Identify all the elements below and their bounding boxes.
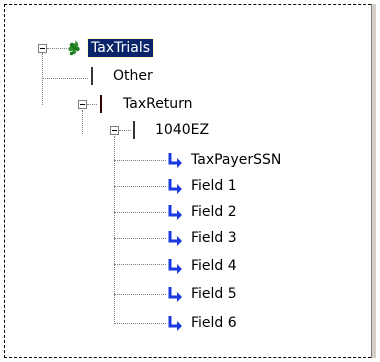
document-icon bbox=[88, 67, 106, 85]
tree-line bbox=[114, 186, 166, 188]
collapse-toggle-taxtrials[interactable] bbox=[38, 44, 47, 53]
tree-node-label[interactable]: Field 1 bbox=[188, 177, 240, 195]
tree-view[interactable]: TaxTrials Other TaxReturn 1040EZ TaxPaye… bbox=[0, 0, 380, 362]
tree-node-label[interactable]: Field 4 bbox=[188, 257, 240, 275]
tree-node-field[interactable]: TaxPayerSSN bbox=[166, 150, 284, 170]
tree-line bbox=[42, 78, 88, 80]
grapes-icon bbox=[66, 39, 84, 57]
document-icon bbox=[130, 121, 148, 139]
tree-node-field[interactable]: Field 3 bbox=[166, 228, 240, 248]
tree-node-taxtrials[interactable]: TaxTrials bbox=[66, 38, 155, 58]
arrow-icon bbox=[166, 285, 184, 303]
tree-node-label[interactable]: TaxPayerSSN bbox=[188, 151, 284, 169]
tree-node-field[interactable]: Field 6 bbox=[166, 313, 240, 333]
tree-node-1040ez[interactable]: 1040EZ bbox=[130, 120, 212, 140]
collapse-toggle-1040ez[interactable] bbox=[110, 126, 119, 135]
arrow-icon bbox=[166, 177, 184, 195]
tree-line bbox=[114, 294, 166, 296]
tree-node-label[interactable]: Field 3 bbox=[188, 229, 240, 247]
tree-line bbox=[114, 212, 166, 214]
tree-line bbox=[47, 48, 67, 50]
tree-node-field[interactable]: Field 5 bbox=[166, 284, 240, 304]
tree-node-taxreturn[interactable]: TaxReturn bbox=[98, 94, 196, 114]
tree-node-label[interactable]: Field 5 bbox=[188, 285, 240, 303]
tree-line bbox=[87, 104, 97, 106]
book-icon bbox=[98, 95, 116, 113]
tree-line bbox=[114, 323, 166, 325]
tree-node-label[interactable]: TaxTrials bbox=[86, 38, 155, 58]
tree-line bbox=[82, 110, 84, 134]
tree-node-field[interactable]: Field 4 bbox=[166, 256, 240, 276]
tree-line bbox=[114, 238, 166, 240]
tree-node-other[interactable]: Other bbox=[88, 66, 156, 86]
tree-node-field[interactable]: Field 2 bbox=[166, 202, 240, 222]
collapse-toggle-taxreturn[interactable] bbox=[78, 100, 87, 109]
arrow-icon bbox=[166, 151, 184, 169]
arrow-icon bbox=[166, 257, 184, 275]
tree-node-label[interactable]: TaxReturn bbox=[120, 95, 196, 113]
tree-node-field[interactable]: Field 1 bbox=[166, 176, 240, 196]
tree-line bbox=[114, 160, 166, 162]
arrow-icon bbox=[166, 314, 184, 332]
tree-node-label[interactable]: Other bbox=[110, 67, 156, 85]
tree-line bbox=[114, 264, 166, 266]
tree-node-label[interactable]: Field 6 bbox=[188, 314, 240, 332]
tree-node-label[interactable]: 1040EZ bbox=[152, 121, 212, 139]
tree-node-label[interactable]: Field 2 bbox=[188, 203, 240, 221]
arrow-icon bbox=[166, 203, 184, 221]
arrow-icon bbox=[166, 229, 184, 247]
